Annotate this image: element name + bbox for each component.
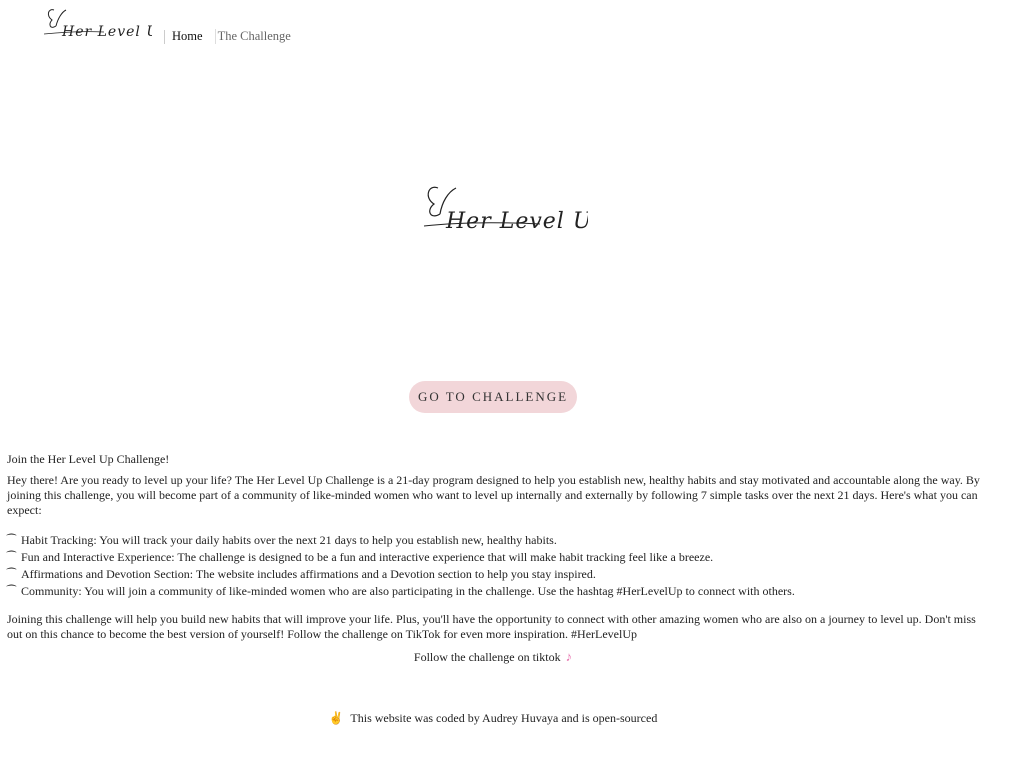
intro-paragraph: Hey there! Are you ready to level up you… [7, 473, 980, 517]
butterfly-logo-icon: Her Level Up [423, 186, 588, 234]
features-list: ⁀ Habit Tracking: You will track your da… [7, 532, 987, 600]
list-item: ⁀ Affirmations and Devotion Section: The… [7, 566, 987, 583]
section-title: Join the Her Level Up Challenge! [7, 452, 170, 466]
hero-logo-text: Her Level Up [445, 209, 588, 234]
nav-link-the-challenge[interactable]: The Challenge [214, 29, 303, 44]
feature-text: Community: You will join a community of … [21, 584, 795, 598]
feature-text: Affirmations and Devotion Section: The w… [21, 567, 596, 581]
victory-hand-icon: ✌ [328, 711, 344, 725]
nav-logo-text: Her Level Up [61, 24, 152, 40]
nav-logo[interactable]: Her Level Up [44, 6, 152, 46]
bullet-icon: ⁀ [7, 586, 16, 598]
bullet-icon: ⁀ [7, 569, 16, 581]
nav-links: Home The Challenge [172, 29, 303, 44]
challenge-description: Join the Her Level Up Challenge! Hey the… [7, 452, 987, 654]
list-item: ⁀ Habit Tracking: You will track your da… [7, 532, 987, 549]
nav-link-home[interactable]: Home [172, 29, 215, 44]
list-item: ⁀ Fun and Interactive Experience: The ch… [7, 549, 987, 566]
butterfly-logo-icon: Her Level Up [44, 9, 152, 40]
tiktok-follow: Follow the challenge on tiktok ♪ [0, 649, 986, 665]
closing-paragraph: Joining this challenge will help you bui… [7, 612, 976, 641]
feature-text: Habit Tracking: You will track your dail… [21, 533, 557, 547]
bullet-icon: ⁀ [7, 535, 16, 547]
list-item: ⁀ Community: You will join a community o… [7, 583, 987, 600]
tiktok-text: Follow the challenge on tiktok [413, 650, 561, 664]
feature-text: Fun and Interactive Experience: The chal… [21, 550, 714, 564]
footer: ✌ This website was coded by Audrey Huvay… [0, 711, 986, 726]
tiktok-icon[interactable]: ♪ [566, 649, 573, 665]
top-nav: Her Level Up Home The Challenge [0, 0, 1036, 60]
hero-logo: Her Level Up [420, 182, 588, 242]
footer-credit: This website was coded by Audrey Huvaya … [350, 711, 658, 725]
go-to-challenge-button[interactable]: GO TO CHALLENGE [409, 381, 577, 413]
nav-divider [164, 30, 165, 44]
bullet-icon: ⁀ [7, 552, 16, 564]
